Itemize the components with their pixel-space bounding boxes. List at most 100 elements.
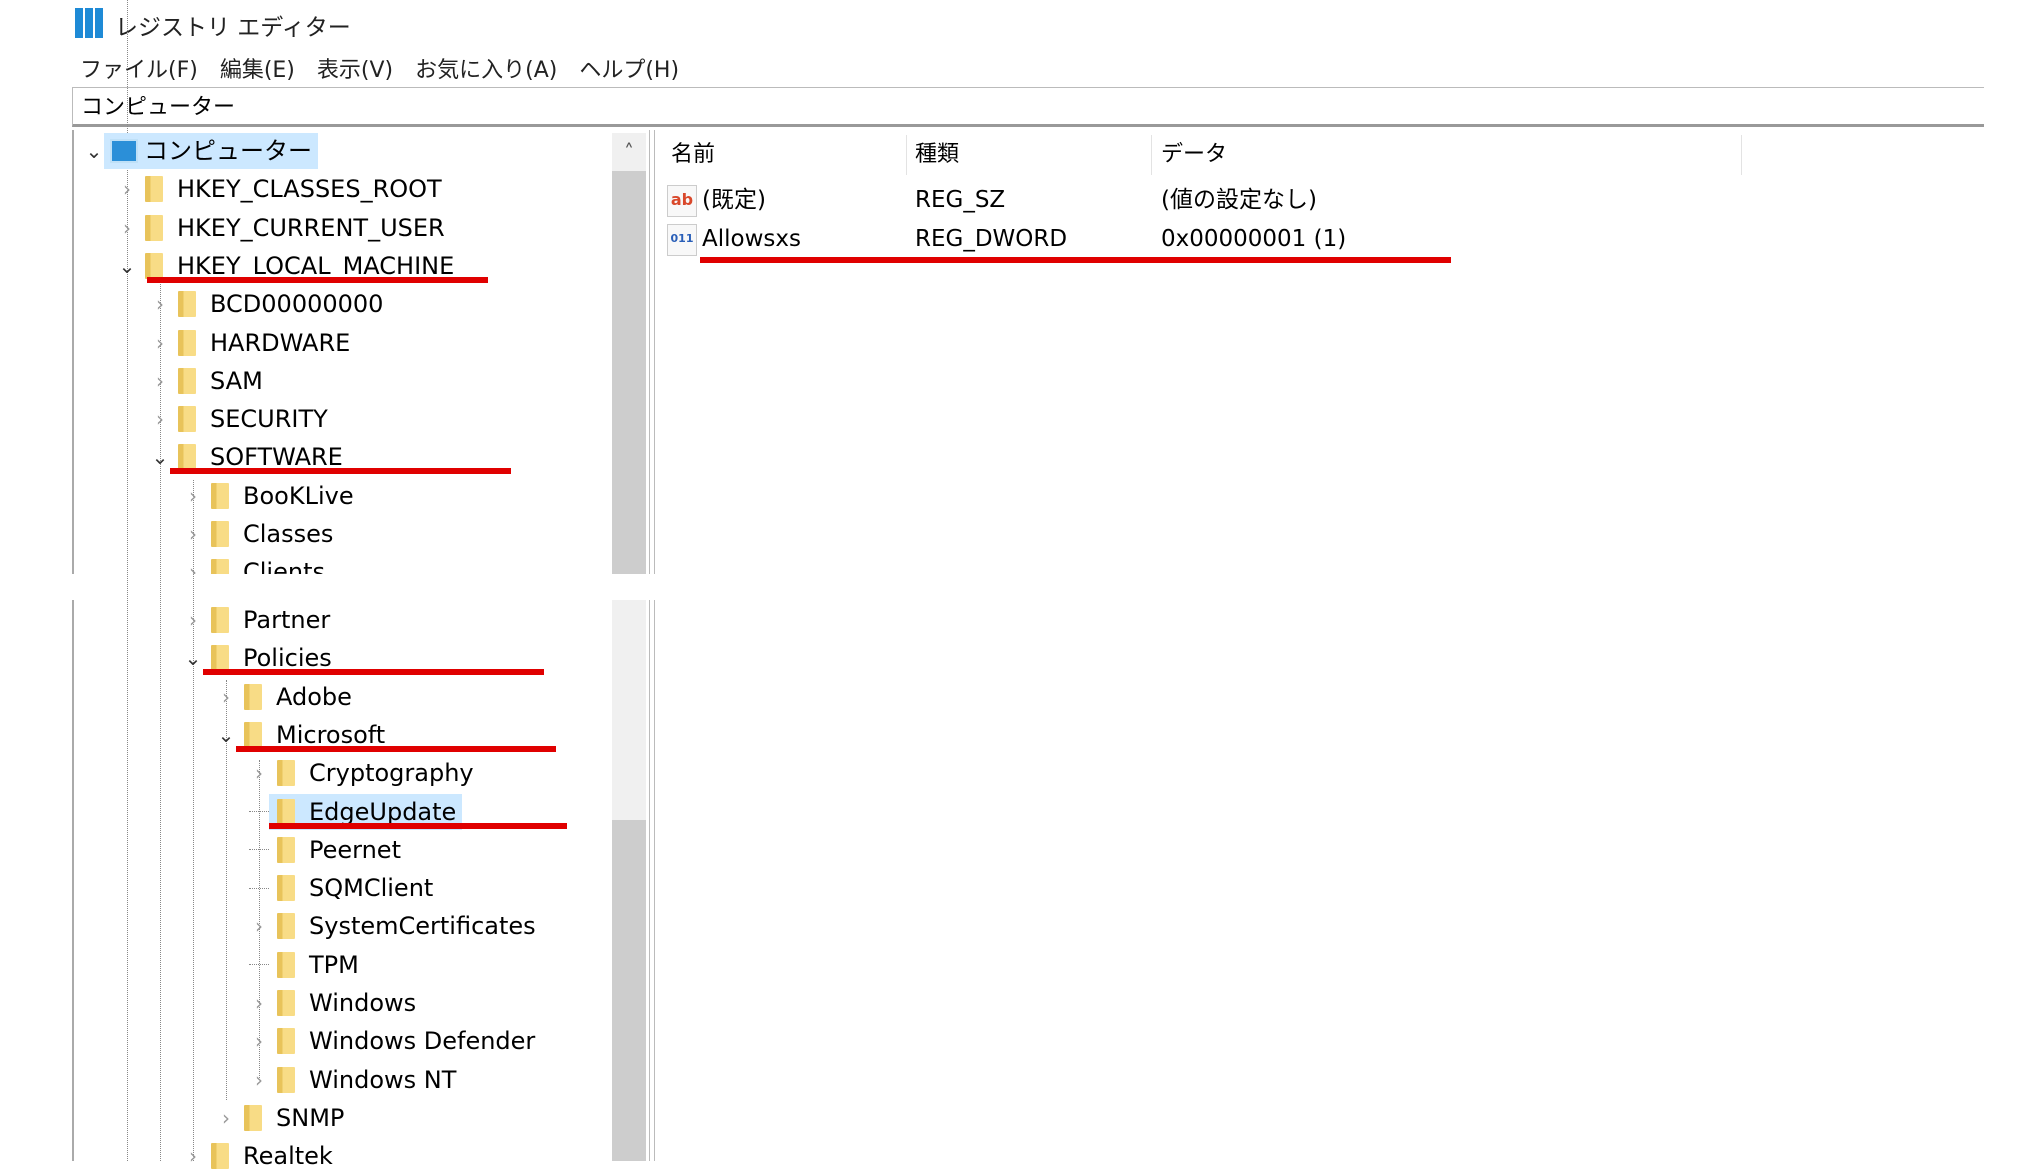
folder-icon bbox=[244, 1104, 262, 1131]
menu-view[interactable]: 表示(V) bbox=[317, 52, 393, 84]
tree-node-tpm[interactable]: TPM bbox=[249, 947, 365, 983]
scroll-up-button[interactable]: ˄ bbox=[612, 133, 646, 171]
tree-node-label-box[interactable]: Partner bbox=[203, 602, 336, 638]
tree-node--[interactable]: ⌄ コンピューター bbox=[84, 133, 318, 169]
tree-node-label-box[interactable]: Adobe bbox=[236, 679, 358, 715]
address-bar[interactable]: コンピューター bbox=[72, 87, 1984, 127]
column-separator[interactable] bbox=[1151, 135, 1152, 175]
chevron-right-icon[interactable]: › bbox=[150, 286, 170, 322]
scrollbar-track[interactable] bbox=[612, 600, 646, 820]
tree-node-label-box[interactable]: Realtek bbox=[203, 1138, 339, 1174]
chevron-down-icon[interactable]: ⌄ bbox=[150, 439, 170, 475]
tree-node-cryptography[interactable]: › Cryptography bbox=[249, 755, 480, 791]
tree-node-realtek[interactable]: › Realtek bbox=[183, 1138, 339, 1174]
chevron-right-icon[interactable]: › bbox=[117, 210, 137, 246]
tree-node-windows-nt[interactable]: › Windows NT bbox=[249, 1062, 462, 1098]
chevron-right-icon[interactable]: › bbox=[183, 554, 203, 574]
tree-node-label-box[interactable]: SECURITY bbox=[170, 401, 334, 437]
menu-file[interactable]: ファイル(F) bbox=[80, 52, 198, 84]
menu-help[interactable]: ヘルプ(H) bbox=[579, 52, 679, 84]
chevron-down-icon[interactable]: ⌄ bbox=[117, 248, 137, 284]
scrollbar-track[interactable] bbox=[612, 171, 646, 574]
folder-icon bbox=[211, 645, 229, 672]
tree-node-label-box[interactable]: SystemCertificates bbox=[269, 908, 542, 944]
chevron-right-icon[interactable]: › bbox=[183, 516, 203, 552]
column-header-data[interactable]: データ bbox=[1161, 135, 1227, 175]
value-type[interactable]: REG_DWORD bbox=[915, 221, 1067, 257]
tree-node-sam[interactable]: › SAM bbox=[150, 363, 269, 399]
chevron-right-icon[interactable]: › bbox=[216, 1100, 236, 1136]
tree-node-label: HKEY_CLASSES_ROOT bbox=[177, 175, 442, 204]
chevron-right-icon[interactable]: › bbox=[117, 171, 137, 207]
tree-node-systemcertificates[interactable]: › SystemCertificates bbox=[249, 908, 542, 944]
tree-node-adobe[interactable]: › Adobe bbox=[216, 679, 358, 715]
chevron-down-icon[interactable]: ⌄ bbox=[183, 640, 203, 676]
tree-node-label: Clients bbox=[243, 558, 325, 575]
tree-node-label-box[interactable]: HARDWARE bbox=[170, 325, 356, 361]
tree-node-hkey-classes-root[interactable]: › HKEY_CLASSES_ROOT bbox=[117, 171, 448, 207]
tree-node-windows[interactable]: › Windows bbox=[249, 985, 422, 1021]
computer-icon bbox=[110, 139, 138, 163]
tree-node-security[interactable]: › SECURITY bbox=[150, 401, 334, 437]
tree-node-label-box[interactable]: Windows NT bbox=[269, 1062, 462, 1098]
tree-node-classes[interactable]: › Classes bbox=[183, 516, 339, 552]
chevron-right-icon[interactable]: › bbox=[249, 1062, 269, 1098]
column-header-name[interactable]: 名前 bbox=[671, 135, 715, 175]
tree-node-label-box[interactable]: Cryptography bbox=[269, 755, 480, 791]
chevron-right-icon[interactable]: › bbox=[183, 602, 203, 638]
tree-node-clients[interactable]: › Clients bbox=[183, 554, 331, 575]
tree-node-label-box[interactable]: Windows bbox=[269, 985, 422, 1021]
folder-icon bbox=[277, 875, 295, 902]
value-data[interactable]: (値の設定なし) bbox=[1161, 182, 1317, 218]
chevron-right-icon[interactable]: › bbox=[216, 679, 236, 715]
chevron-down-icon[interactable]: ⌄ bbox=[216, 717, 236, 753]
tree-node-partner[interactable]: › Partner bbox=[183, 602, 336, 638]
column-header-type[interactable]: 種類 bbox=[915, 135, 959, 175]
chevron-right-icon[interactable]: › bbox=[249, 1023, 269, 1059]
tree-node-booklive[interactable]: › BooKLive bbox=[183, 478, 360, 514]
tree-node-label-box[interactable]: Clients bbox=[203, 554, 331, 575]
tree-node-label-box[interactable]: Peernet bbox=[269, 832, 407, 868]
tree-node-label-box[interactable]: SQMClient bbox=[269, 870, 439, 906]
value-name[interactable]: (既定) bbox=[702, 182, 766, 218]
tree-node-label-box[interactable]: BCD00000000 bbox=[170, 286, 389, 322]
tree-node-snmp[interactable]: › SNMP bbox=[216, 1100, 350, 1136]
tree-node-label-box[interactable]: Classes bbox=[203, 516, 339, 552]
tree-node-label-box[interactable]: HKEY_CURRENT_USER bbox=[137, 210, 451, 246]
tree-node-label-box[interactable]: Windows Defender bbox=[269, 1023, 541, 1059]
column-separator[interactable] bbox=[1741, 135, 1742, 175]
chevron-right-icon[interactable]: › bbox=[150, 401, 170, 437]
chevron-down-icon[interactable]: ⌄ bbox=[84, 133, 104, 169]
menu-bar: ファイル(F) 編集(E) 表示(V) お気に入り(A) ヘルプ(H) bbox=[80, 52, 679, 84]
chevron-right-icon[interactable]: › bbox=[150, 325, 170, 361]
tree-node-label-box[interactable]: コンピューター bbox=[104, 133, 318, 169]
chevron-right-icon[interactable]: › bbox=[183, 1138, 203, 1174]
scrollbar-thumb[interactable] bbox=[612, 820, 646, 1161]
tree-node-hkey-current-user[interactable]: › HKEY_CURRENT_USER bbox=[117, 210, 451, 246]
tree-node-label-box[interactable]: HKEY_CLASSES_ROOT bbox=[137, 171, 448, 207]
tree-node-peernet[interactable]: Peernet bbox=[249, 832, 407, 868]
value-type[interactable]: REG_SZ bbox=[915, 182, 1005, 218]
tree-node-label-box[interactable]: SAM bbox=[170, 363, 269, 399]
tree-node-bcd00000000[interactable]: › BCD00000000 bbox=[150, 286, 389, 322]
tree-node-hardware[interactable]: › HARDWARE bbox=[150, 325, 356, 361]
chevron-right-icon[interactable]: › bbox=[150, 363, 170, 399]
folder-icon bbox=[277, 1028, 295, 1055]
menu-edit[interactable]: 編集(E) bbox=[220, 52, 295, 84]
column-separator[interactable] bbox=[906, 135, 907, 175]
tree-node-label-box[interactable]: TPM bbox=[269, 947, 365, 983]
folder-icon bbox=[244, 683, 262, 710]
pane-splitter[interactable] bbox=[649, 130, 655, 1161]
chevron-right-icon[interactable]: › bbox=[183, 478, 203, 514]
tree-node-sqmclient[interactable]: SQMClient bbox=[249, 870, 439, 906]
chevron-right-icon[interactable]: › bbox=[249, 755, 269, 791]
tree-node-label-box[interactable]: SNMP bbox=[236, 1100, 350, 1136]
value-name[interactable]: Allowsxs bbox=[702, 221, 801, 257]
menu-favorites[interactable]: お気に入り(A) bbox=[415, 52, 557, 84]
value-data[interactable]: 0x00000001 (1) bbox=[1161, 221, 1346, 257]
chevron-right-icon[interactable]: › bbox=[249, 908, 269, 944]
tree-node-windows-defender[interactable]: › Windows Defender bbox=[249, 1023, 541, 1059]
tree-node-label-box[interactable]: BooKLive bbox=[203, 478, 360, 514]
chevron-right-icon[interactable]: › bbox=[249, 985, 269, 1021]
highlight-underline bbox=[170, 468, 511, 475]
